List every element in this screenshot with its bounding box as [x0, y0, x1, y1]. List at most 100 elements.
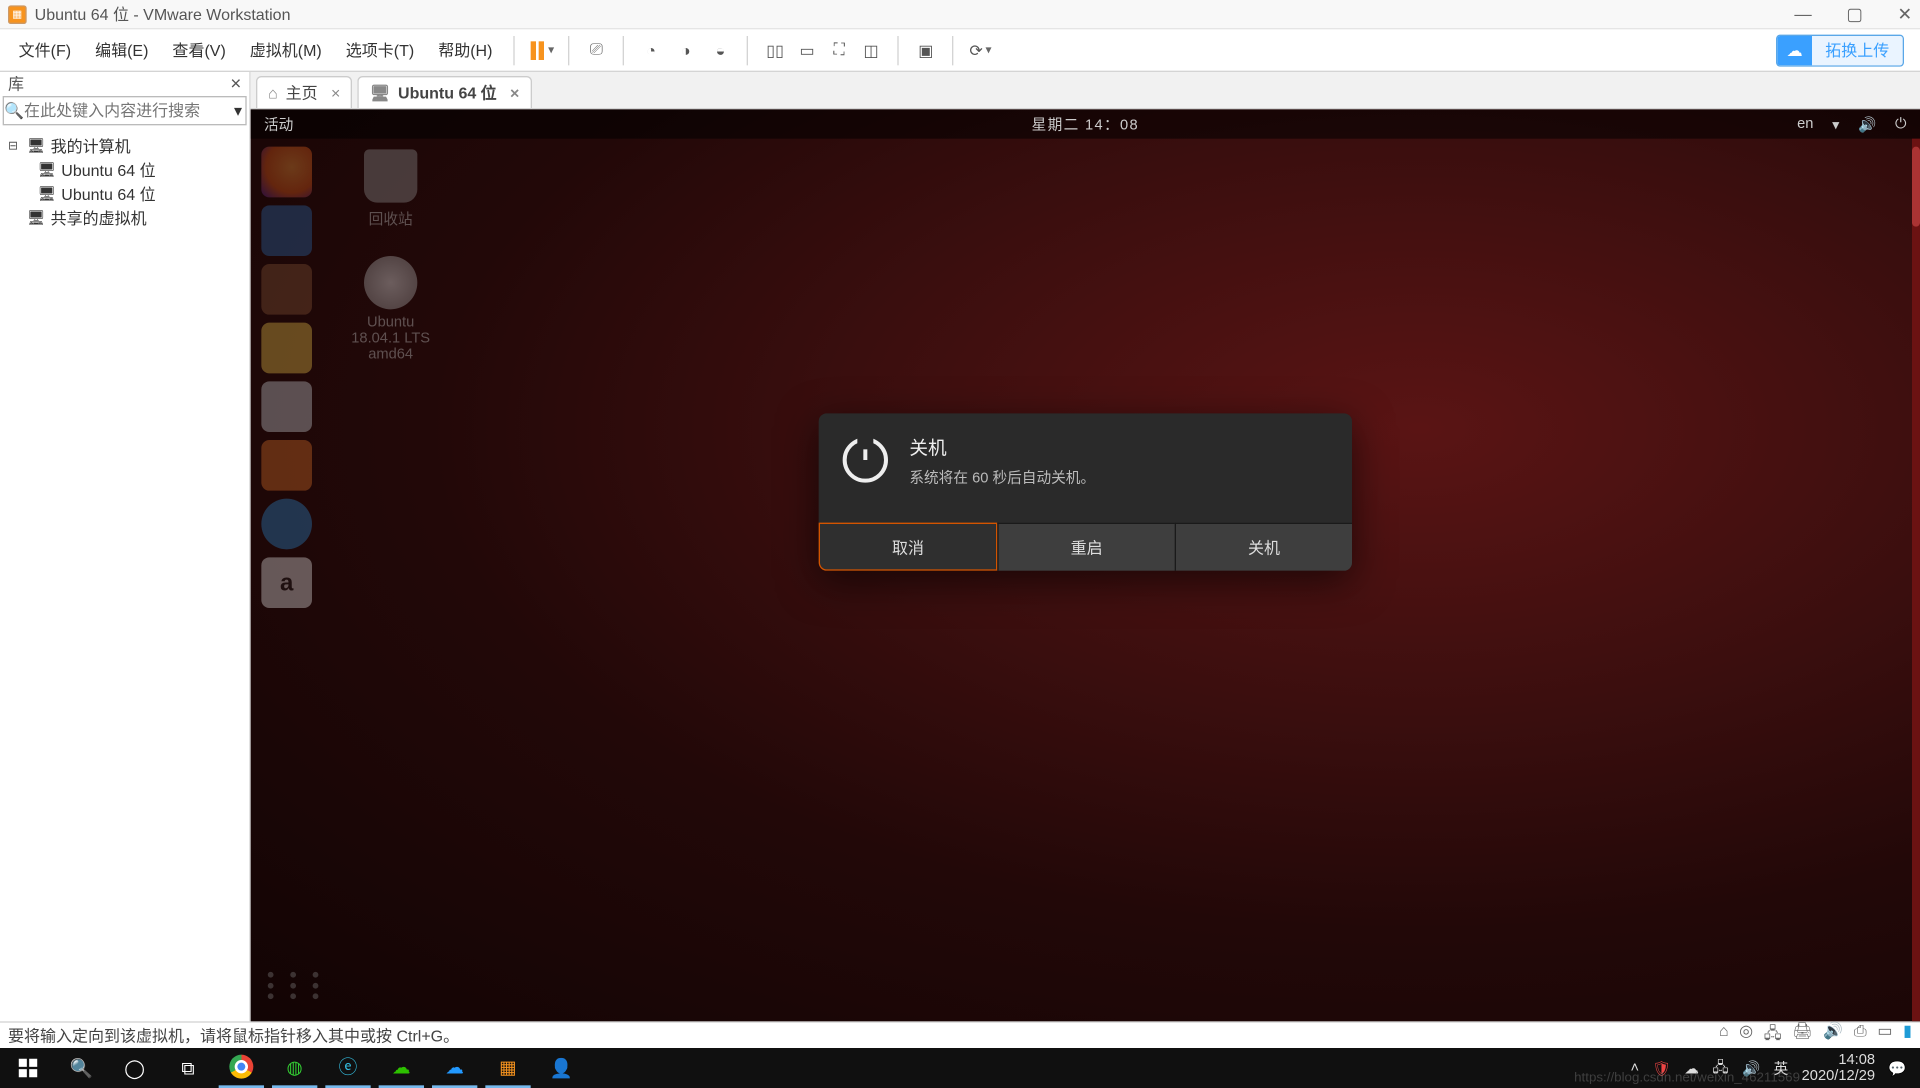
trash-icon — [364, 149, 417, 202]
menu-view[interactable]: 查看(V) — [162, 33, 237, 66]
guest-scrollbar[interactable] — [1912, 139, 1920, 1022]
tab-bar: ⌂ 主页 × 🖥 Ubuntu 64 位 × — [251, 72, 1920, 109]
tab-ubuntu[interactable]: 🖥 Ubuntu 64 位 × — [358, 76, 532, 108]
library-search[interactable]: 🔍 ▾ — [3, 96, 247, 125]
st-usb-icon[interactable]: ⎙ — [1854, 1021, 1867, 1049]
upload-label: 拓换上传 — [1812, 35, 1903, 64]
menu-help[interactable]: 帮助(H) — [428, 33, 504, 66]
taskbar-ie-icon[interactable]: ⓔ — [325, 1048, 370, 1088]
search-input[interactable] — [24, 101, 231, 120]
st-net-icon[interactable]: 🖧 — [1764, 1021, 1782, 1049]
view-cycle-button[interactable]: ⟳▾ — [964, 34, 996, 66]
dialog-message: 系统将在 60 秒后自动关机。 — [909, 467, 1095, 488]
volume-icon[interactable]: 🔊 — [1858, 115, 1876, 132]
power-icon — [843, 438, 888, 483]
status-hint: 要将输入定向到该虚拟机，请将鼠标指针移入其中或按 Ctrl+G。 — [8, 1024, 459, 1047]
menu-vm[interactable]: 虚拟机(M) — [239, 33, 332, 66]
input-lang[interactable]: en — [1797, 115, 1813, 132]
dock-music-icon[interactable] — [261, 323, 312, 374]
restart-button[interactable]: 重启 — [997, 523, 1174, 571]
dock-firefox-icon[interactable] — [261, 147, 312, 198]
dock-mail-icon[interactable] — [261, 205, 312, 256]
home-icon: ⌂ — [268, 83, 278, 102]
dialog-title: 关机 — [909, 435, 1095, 462]
tree-shared[interactable]: 🖥 共享的虚拟机 — [3, 205, 247, 229]
dock-software-icon[interactable] — [261, 440, 312, 491]
taskbar-search-icon[interactable]: 🔍 — [59, 1048, 104, 1088]
st-cd-icon[interactable]: ◎ — [1739, 1021, 1753, 1049]
gnome-topbar: 活动 星期二 14：08 en ▾ 🔊 ⏻ — [251, 109, 1920, 138]
tray-notifications-icon[interactable]: 💬 — [1888, 1059, 1906, 1076]
vm-icon: 🖥 — [370, 83, 390, 102]
send-ctrl-alt-del-button[interactable]: ⎚ — [580, 34, 612, 66]
view-single-button[interactable]: ▯▯ — [759, 34, 791, 66]
ubuntu-dock: a — [256, 147, 317, 608]
statusbar: 要将输入定向到该虚拟机，请将鼠标指针移入其中或按 Ctrl+G。 ⌂ ◎ 🖧 🖨… — [0, 1021, 1920, 1048]
cloud-icon: ☁ — [1777, 35, 1812, 64]
shutdown-dialog: 关机 系统将在 60 秒后自动关机。 取消 重启 关机 — [819, 414, 1352, 571]
close-button[interactable]: ✕ — [1897, 3, 1912, 24]
vmware-icon: ▦ — [8, 5, 27, 24]
library-tree: ⊟🖥 我的计算机 🖥Ubuntu 64 位 🖥Ubuntu 64 位 🖥 共享的… — [0, 128, 249, 235]
view-fullscreen-button[interactable]: ⛶ — [823, 34, 855, 66]
view-console-button[interactable]: ▭ — [791, 34, 823, 66]
tab-home-close[interactable]: × — [331, 83, 340, 102]
tree-my-computer[interactable]: ⊟🖥 我的计算机 — [3, 133, 247, 157]
snapshot-take-button[interactable]: ◔ — [635, 34, 667, 66]
shutdown-button[interactable]: 关机 — [1175, 523, 1352, 571]
tab-ubuntu-close[interactable]: × — [510, 83, 519, 102]
desktop-iso[interactable]: Ubuntu 18.04.1 LTS amd64 — [344, 256, 437, 363]
taskbar-avatar-icon[interactable]: 👤 — [539, 1048, 584, 1088]
activities-button[interactable]: 活动 — [251, 113, 307, 134]
guest-screen[interactable]: 活动 星期二 14：08 en ▾ 🔊 ⏻ a ● ● ●● ● ● — [251, 109, 1920, 1021]
power-menu-icon[interactable]: ⏻ — [1895, 115, 1907, 132]
st-disk-icon[interactable]: ⌂ — [1719, 1021, 1729, 1049]
show-apps-icon[interactable]: ● ● ●● ● ●● ● ● — [267, 971, 325, 1003]
watermark: https://blog.csdn.net/weixin_46211569 — [1574, 1071, 1800, 1086]
taskbar-360-icon[interactable]: ◍ — [272, 1048, 317, 1088]
tab-home[interactable]: ⌂ 主页 × — [256, 76, 352, 108]
clock-label[interactable]: 星期二 14：08 — [1032, 113, 1139, 134]
menu-tabs[interactable]: 选项卡(T) — [335, 33, 425, 66]
menu-edit[interactable]: 编辑(E) — [84, 33, 159, 66]
menubar: 文件(F) 编辑(E) 查看(V) 虚拟机(M) 选项卡(T) 帮助(H) ▾ … — [0, 29, 1920, 72]
taskbar-taskview-icon[interactable]: ⧉ — [165, 1048, 210, 1088]
snapshot-manager-button[interactable]: ◒ — [704, 34, 736, 66]
view-stretch-button[interactable]: ▣ — [910, 34, 942, 66]
upload-button[interactable]: ☁ 拓换上传 — [1776, 34, 1904, 66]
start-button[interactable] — [5, 1048, 50, 1088]
snapshot-revert-button[interactable]: ◑ — [670, 34, 702, 66]
tray-clock[interactable]: 14:08 2020/12/29 — [1802, 1052, 1875, 1084]
window-title: Ubuntu 64 位 - VMware Workstation — [35, 3, 291, 26]
st-display-icon[interactable]: ▭ — [1877, 1021, 1892, 1049]
maximize-button[interactable]: ▢ — [1846, 3, 1862, 24]
library-panel: 库 × 🔍 ▾ ⊟🖥 我的计算机 🖥Ubuntu 64 位 🖥Ubuntu 64… — [0, 72, 251, 1021]
st-sound-icon[interactable]: 🔊 — [1823, 1021, 1843, 1049]
dock-amazon-icon[interactable]: a — [261, 557, 312, 608]
minimize-button[interactable]: — — [1794, 3, 1811, 24]
taskbar-baidudisk-icon[interactable]: ☁ — [432, 1048, 477, 1088]
taskbar-chrome-icon[interactable] — [219, 1048, 264, 1088]
view-unity-button[interactable]: ◫ — [855, 34, 887, 66]
dock-writer-icon[interactable] — [261, 381, 312, 432]
desktop-trash[interactable]: 回收站 — [344, 149, 437, 229]
dock-files-icon[interactable] — [261, 264, 312, 315]
network-icon[interactable]: ▾ — [1832, 115, 1839, 132]
menu-file[interactable]: 文件(F) — [8, 33, 82, 66]
library-close-button[interactable]: × — [230, 72, 241, 93]
tree-vm-0[interactable]: 🖥Ubuntu 64 位 — [3, 157, 247, 181]
tree-vm-1[interactable]: 🖥Ubuntu 64 位 — [3, 181, 247, 205]
st-print-icon[interactable]: 🖨 — [1792, 1021, 1812, 1049]
taskbar-wechat-icon[interactable]: ☁ — [379, 1048, 424, 1088]
dock-help-icon[interactable] — [261, 499, 312, 550]
st-message-icon[interactable]: ▮ — [1903, 1021, 1912, 1049]
cancel-button[interactable]: 取消 — [819, 523, 998, 571]
titlebar: ▦ Ubuntu 64 位 - VMware Workstation — ▢ ✕ — [0, 0, 1920, 29]
search-dropdown[interactable]: ▾ — [231, 101, 246, 120]
dvd-icon — [364, 256, 417, 309]
library-header: 库 — [8, 71, 24, 94]
pause-button[interactable]: ▾ — [526, 34, 558, 66]
search-icon: 🔍 — [4, 101, 24, 120]
taskbar-vmware-icon[interactable]: ▦ — [485, 1048, 530, 1088]
taskbar-cortana-icon[interactable]: ◯ — [112, 1048, 157, 1088]
